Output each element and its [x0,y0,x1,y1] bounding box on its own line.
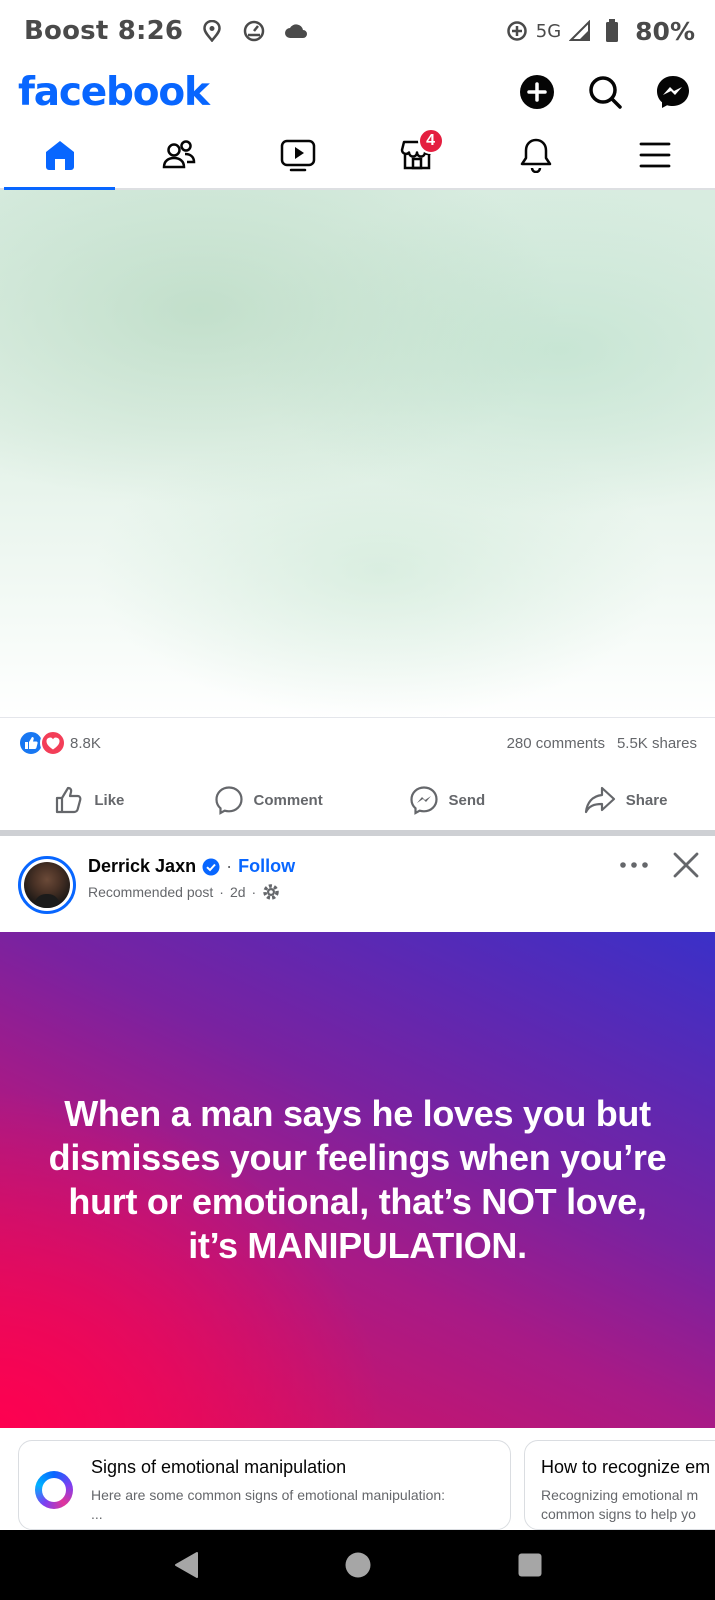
bell-icon [521,138,552,173]
more-options-icon[interactable] [619,860,649,870]
battery-icon [599,18,625,44]
recents-square-icon[interactable] [517,1552,543,1578]
close-icon[interactable] [673,852,699,878]
share-label: Share [625,791,668,809]
like-button[interactable]: Like [0,785,179,815]
related-topics-carousel: Signs of emotional manipulation Here are… [0,1438,715,1530]
verified-badge-icon [202,858,220,875]
share-arrow-icon [584,786,615,814]
tab-menu[interactable] [596,122,715,188]
signal-icon [567,18,593,44]
related-card[interactable]: How to recognize em Recognizing emotiona… [524,1440,715,1530]
share-button[interactable]: Share [536,785,715,815]
search-icon [589,76,622,109]
main-nav-tabs: 4 [0,122,715,190]
like-label: Like [94,791,125,809]
battery-percent: 80% [635,16,695,46]
separator-dot: · [251,884,257,900]
tab-video[interactable] [238,122,357,188]
send-label: Send [448,791,486,809]
love-reaction-icon [40,730,66,756]
separator-dot: · [226,856,233,876]
shares-count[interactable]: 5.5K shares [617,735,697,752]
status-bar: Boost 8:26 5G 80% [0,0,715,62]
comment-bubble-icon [214,786,243,815]
tab-friends[interactable] [119,122,238,188]
quote-post-image[interactable]: When a man says he loves you but dismiss… [0,932,715,1428]
reactions-count: 8.8K [70,734,101,752]
create-button[interactable] [511,66,563,118]
app-header: facebook [0,62,715,122]
home-icon [45,141,74,170]
reactions-count-button[interactable]: 8.8K [18,730,101,756]
back-icon[interactable] [173,1551,199,1579]
separator-dot: · [219,884,224,900]
messenger-send-icon [409,786,438,815]
thumbs-up-icon [56,786,82,814]
friends-icon [162,140,196,169]
tab-notifications[interactable] [477,122,596,188]
data-saver-icon [504,18,530,44]
search-button[interactable] [579,66,631,118]
plus-icon [520,75,554,109]
gear-icon[interactable] [262,883,280,901]
card-title: How to recognize em [541,1457,711,1477]
avatar-photo [24,862,70,908]
card-description: Here are some common signs of emotional … [91,1487,446,1522]
meta-ai-icon [35,1471,73,1509]
quote-text: When a man says he loves you but dismiss… [48,1093,667,1266]
video-icon [280,139,316,172]
send-button[interactable]: Send [358,785,537,815]
post-action-bar: Like Comment Send Share [0,770,715,830]
card-title: Signs of emotional manipulation [91,1457,347,1477]
cloud-icon [283,18,309,44]
related-card[interactable]: Signs of emotional manipulation Here are… [18,1440,511,1530]
tab-home[interactable] [0,122,119,190]
facebook-logo[interactable]: facebook [18,70,210,115]
messenger-icon [657,76,689,108]
messenger-button[interactable] [647,66,699,118]
comments-count[interactable]: 280 comments [507,735,605,752]
comment-button[interactable]: Comment [179,785,358,815]
system-nav-bar [0,1530,715,1600]
location-icon [199,18,225,44]
post-reactions-summary: 8.8K 280 comments 5.5K shares [0,720,715,766]
follow-button[interactable]: Follow [238,856,295,877]
post-subtitle: Recommended post [88,884,214,900]
post-header: Derrick Jaxn · Follow Recommended post ·… [0,836,715,932]
post-image-watercolor[interactable] [0,190,715,718]
avatar[interactable] [18,856,76,914]
carrier-time: Boost 8:26 [24,16,184,46]
home-circle-icon[interactable] [344,1551,372,1579]
network-label: 5G [535,20,562,42]
post-time[interactable]: 2d [230,884,246,900]
author-name[interactable]: Derrick Jaxn [88,856,196,877]
tab-marketplace[interactable]: 4 [358,122,477,188]
card-description: Recognizing emotional m common signs to … [541,1487,699,1522]
speedometer-icon [241,18,267,44]
comment-label: Comment [253,791,323,809]
menu-icon [640,142,671,168]
marketplace-badge: 4 [417,128,444,154]
